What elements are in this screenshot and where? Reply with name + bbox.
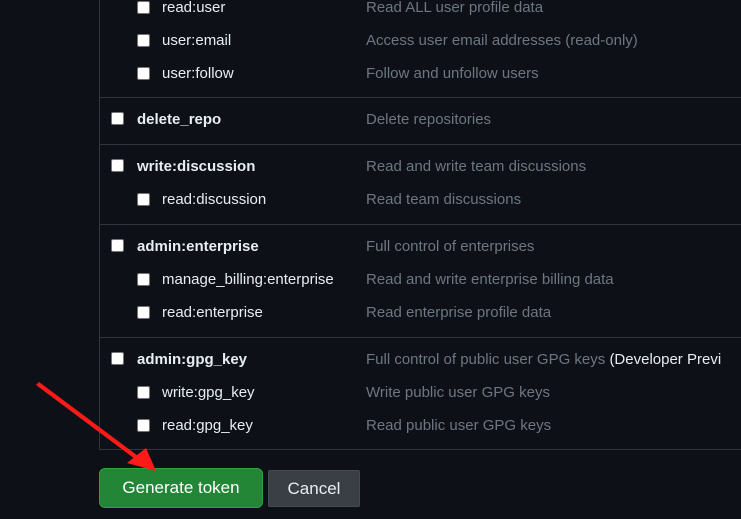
scope-description: Follow and unfollow users [366,65,539,82]
read-enterprise-checkbox[interactable] [137,306,150,319]
scope-description: Read enterprise profile data [366,304,552,321]
scope-row-read-user: read:user Read ALL user profile data [100,0,741,22]
scope-name: read:enterprise [162,304,263,321]
write-discussion-checkbox[interactable] [111,159,124,172]
scope-group-user: read:user Read ALL user profile data use… [100,0,741,97]
user-email-checkbox[interactable] [137,34,150,47]
scope-description: Delete repositories [366,111,492,128]
scope-group-gpg-key: admin:gpg_key Full control of public use… [100,337,741,450]
admin-gpg-key-checkbox[interactable] [111,352,124,365]
scope-row-admin-gpg-key: admin:gpg_key Full control of public use… [100,348,741,374]
scope-row-read-gpg-key: read:gpg_key Read public user GPG keys [100,414,741,440]
scope-description-text: Full control of public user GPG keys [366,351,606,368]
scope-name: manage_billing:enterprise [162,271,334,288]
read-gpg-key-checkbox[interactable] [137,419,150,432]
scope-name: user:email [162,32,232,49]
scope-description: Read team discussions [366,191,522,208]
scope-row-write-gpg-key: write:gpg_key Write public user GPG keys [100,381,741,407]
cancel-button[interactable]: Cancel [268,470,360,507]
scope-description: Write public user GPG keys [366,384,550,401]
scope-description: Read public user GPG keys [366,417,552,434]
scope-description: Access user email addresses (read-only) [366,32,638,49]
delete-repo-checkbox[interactable] [111,112,124,125]
developer-preview-note: (Developer Previ [609,351,722,368]
scope-name: delete_repo [137,111,222,128]
scope-description: Read and write enterprise billing data [366,271,614,288]
admin-enterprise-checkbox[interactable] [111,239,124,252]
read-discussion-checkbox[interactable] [137,193,150,206]
oauth-scopes-list: read:user Read ALL user profile data use… [99,0,741,450]
scope-row-read-discussion: read:discussion Read team discussions [100,188,741,214]
write-gpg-key-checkbox[interactable] [137,386,150,399]
user-follow-checkbox[interactable] [137,67,150,80]
scope-row-read-enterprise: read:enterprise Read enterprise profile … [100,301,741,327]
scope-name: admin:enterprise [137,238,259,255]
scope-name: write:gpg_key [162,384,255,401]
scope-group-discussion: write:discussion Read and write team dis… [100,144,741,225]
scope-group-enterprise: admin:enterprise Full control of enterpr… [100,224,741,338]
read-user-checkbox[interactable] [137,1,150,14]
scope-name: admin:gpg_key [137,351,248,368]
scope-name: read:gpg_key [162,417,253,434]
scope-name: write:discussion [137,158,256,175]
manage-billing-enterprise-checkbox[interactable] [137,273,150,286]
scope-name: user:follow [162,65,234,82]
scope-row-delete-repo: delete_repo Delete repositories [100,108,741,134]
scope-name: read:user [162,0,226,16]
scope-description: Read and write team discussions [366,158,587,175]
generate-token-button[interactable]: Generate token [99,468,263,508]
scope-row-write-discussion: write:discussion Read and write team dis… [100,155,741,181]
scope-description: Full control of public user GPG keys (De… [366,351,721,368]
scope-description: Full control of enterprises [366,238,535,255]
scope-description: Read ALL user profile data [366,0,544,16]
scope-row-admin-enterprise: admin:enterprise Full control of enterpr… [100,235,741,261]
scope-group-delete-repo: delete_repo Delete repositories [100,97,741,145]
scope-row-user-follow: user:follow Follow and unfollow users [100,62,741,88]
scope-name: read:discussion [162,191,267,208]
scope-row-manage-billing-enterprise: manage_billing:enterprise Read and write… [100,268,741,294]
scope-row-user-email: user:email Access user email addresses (… [100,29,741,55]
